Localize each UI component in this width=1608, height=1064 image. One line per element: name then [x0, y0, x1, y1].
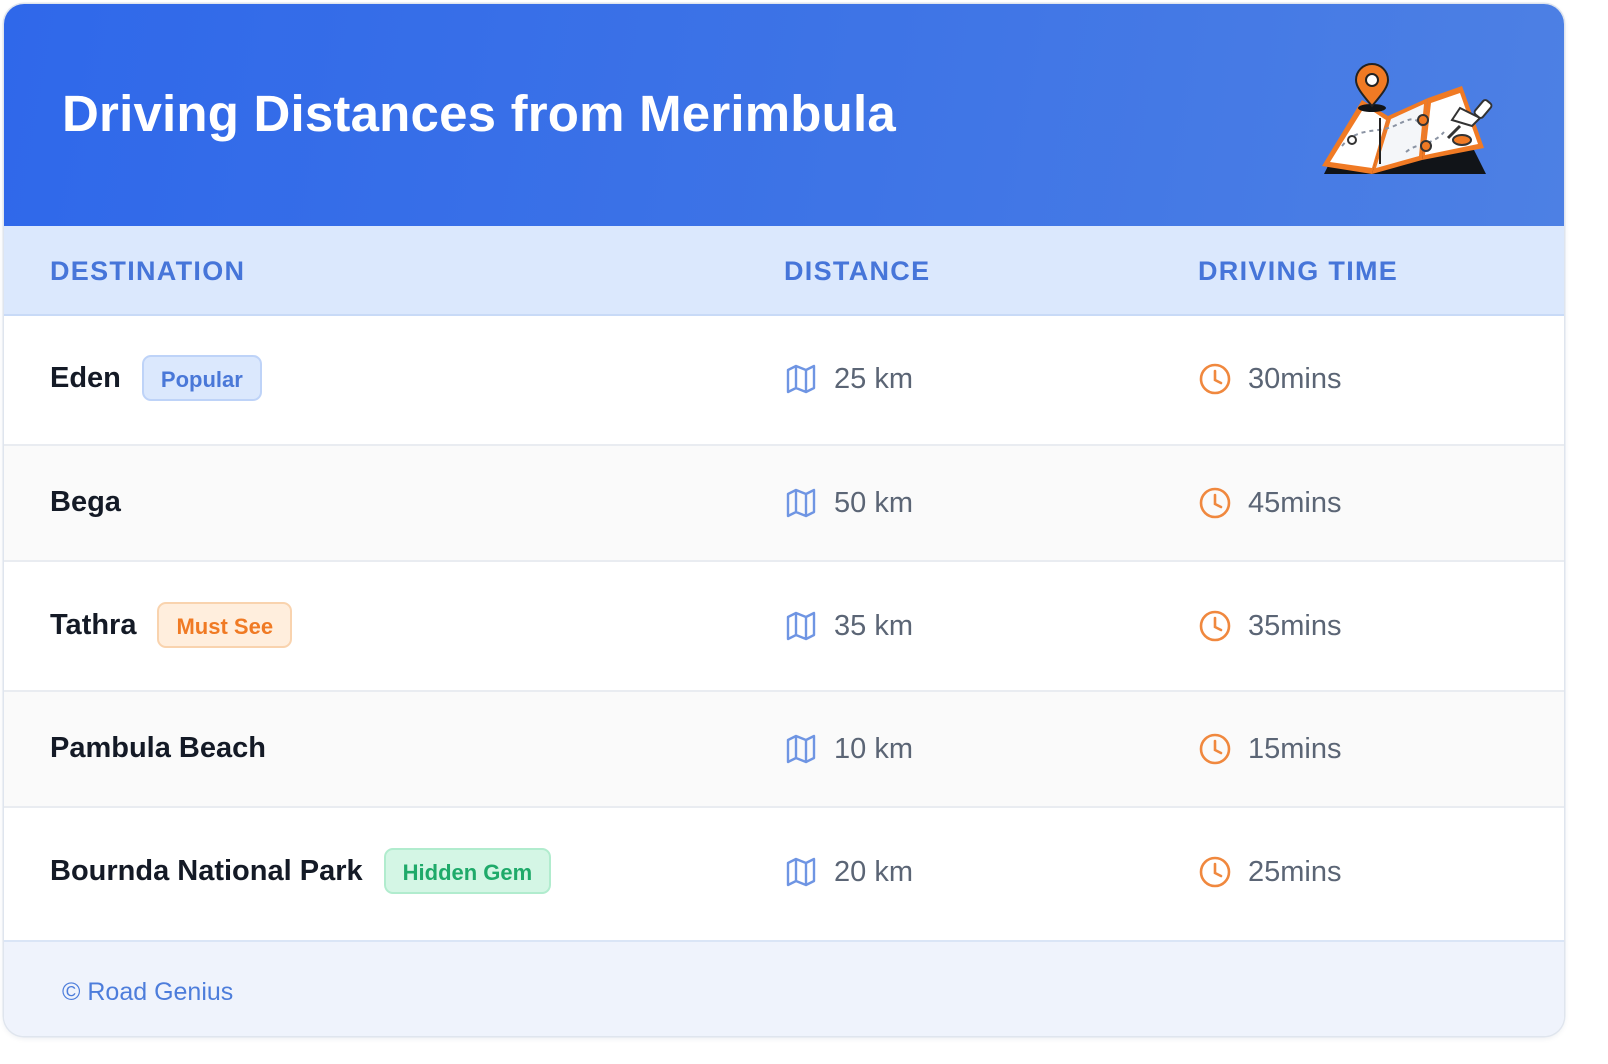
driving-time-value: 35mins [1248, 609, 1342, 642]
header-banner: Driving Distances from Merimbula [4, 4, 1564, 226]
distance-value: 25 km [834, 362, 913, 395]
driving-time-value: 25mins [1248, 855, 1342, 888]
table-row: Tathra Must See 35 km 35mins [4, 562, 1564, 692]
destination-name: Eden [50, 361, 121, 394]
footer: © Road Genius [4, 940, 1564, 1036]
clock-icon [1199, 487, 1231, 519]
driving-time-value: 30mins [1248, 362, 1342, 395]
destination-name: Pambula Beach [50, 732, 266, 764]
destination-cell: Eden Popular [50, 355, 262, 401]
column-header-distance: DISTANCE [784, 256, 931, 286]
destination-cell: Tathra Must See [50, 602, 293, 648]
clock-icon [1199, 856, 1231, 888]
driving-time-cell: 15mins [1198, 732, 1342, 766]
status-badge: Popular [141, 355, 262, 401]
distance-cell: 50 km [784, 486, 913, 520]
driving-time-cell: 45mins [1198, 486, 1342, 520]
map-icon [786, 364, 816, 394]
distance-value: 20 km [834, 855, 913, 888]
map-icon [786, 857, 816, 887]
driving-time-cell: 25mins [1198, 855, 1342, 889]
destination-name: Tathra [50, 608, 137, 641]
column-header-destination: DESTINATION [50, 256, 246, 286]
page-title: Driving Distances from Merimbula [62, 85, 896, 142]
distance-cell: 20 km [784, 855, 913, 889]
driving-time-cell: 35mins [1198, 609, 1342, 643]
driving-time-cell: 30mins [1198, 362, 1342, 396]
map-icon [786, 488, 816, 518]
map-icon [786, 611, 816, 641]
destination-name: Bega [50, 486, 121, 518]
destination-name: Bournda National Park [50, 854, 363, 887]
distance-value: 10 km [834, 732, 913, 765]
distance-cell: 25 km [784, 362, 913, 396]
status-badge: Hidden Gem [383, 848, 552, 894]
clock-icon [1199, 363, 1231, 395]
distance-cell: 10 km [784, 732, 913, 766]
distance-card: Driving Distances from Merimbula DESTINA… [4, 4, 1564, 1036]
map-icon [786, 734, 816, 764]
distance-value: 50 km [834, 486, 913, 519]
driving-time-value: 15mins [1248, 732, 1342, 765]
table-row: Pambula Beach 10 km 15mins [4, 692, 1564, 808]
destination-cell: Bournda National Park Hidden Gem [50, 848, 552, 894]
distance-value: 35 km [834, 609, 913, 642]
clock-icon [1199, 733, 1231, 765]
destination-cell: Pambula Beach [50, 732, 266, 765]
clock-icon [1199, 610, 1231, 642]
table-header: DESTINATION DISTANCE DRIVING TIME [4, 226, 1564, 316]
column-header-driving-time: DRIVING TIME [1198, 256, 1399, 286]
table-row: Bournda National Park Hidden Gem 20 km 2… [4, 808, 1564, 938]
table-row: Eden Popular 25 km 30mins [4, 316, 1564, 446]
table-row: Bega 50 km 45mins [4, 446, 1564, 562]
driving-time-value: 45mins [1248, 486, 1342, 519]
destination-cell: Bega [50, 486, 121, 519]
folded-map-with-location-pin-icon [1322, 63, 1493, 174]
status-badge: Must See [157, 602, 293, 648]
copyright-credit: © Road Genius [62, 978, 234, 1006]
distance-cell: 35 km [784, 609, 913, 643]
